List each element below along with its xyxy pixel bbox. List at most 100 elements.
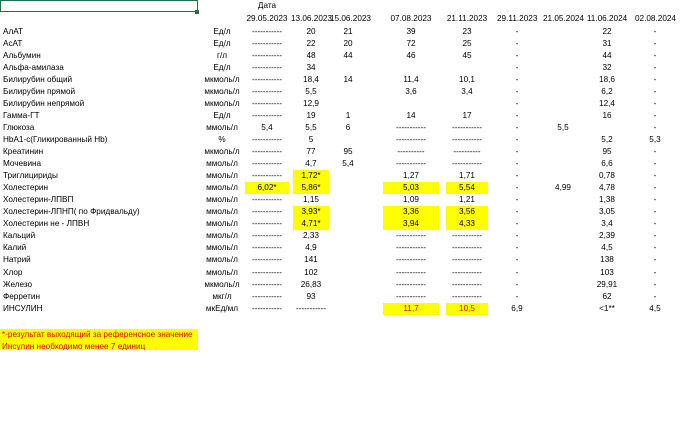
table-cell xyxy=(543,206,583,218)
row-name: Холестерин-ЛПНП( по Фридвальду) xyxy=(3,207,140,217)
table-row: Хлор ммоль/л ----------- 102 ----------- ----… xyxy=(0,267,680,279)
table-cell: ---------- xyxy=(397,147,425,156)
table-cell xyxy=(330,170,366,182)
row-unit: ммоль/л xyxy=(206,231,238,241)
table-cell: 14 xyxy=(343,74,353,84)
table-cell: 4,5 xyxy=(649,303,661,313)
table-cell: - xyxy=(515,122,519,132)
table-cell: 39 xyxy=(406,26,416,36)
table-row: Железо мкмоль/л ----------- 26,83 ----------… xyxy=(0,279,680,291)
table-cell xyxy=(543,98,583,110)
header-date: 11.06.2024 xyxy=(586,13,628,23)
table-cell: 5 xyxy=(308,134,314,144)
table-cell: ----------- xyxy=(452,159,482,169)
table-cell: 23 xyxy=(462,26,472,36)
table-cell: ----------- xyxy=(296,303,326,313)
table-cell xyxy=(543,110,583,122)
table-cell: - xyxy=(515,279,519,289)
table-cell: ---------- xyxy=(453,147,481,156)
row-unit: г/л xyxy=(216,50,228,60)
table-cell: ----------- xyxy=(396,231,426,241)
table-cell: - xyxy=(515,134,519,144)
table-cell: ----------- xyxy=(452,279,482,289)
table-row: Мочевина ммоль/л ----------- 4,7 5,4 --------… xyxy=(0,158,680,170)
table-cell: - xyxy=(515,195,519,205)
table-cell: 95 xyxy=(343,147,353,156)
row-name: Глюкоза xyxy=(3,122,35,132)
table-cell: - xyxy=(515,231,519,241)
table-cell: - xyxy=(515,50,519,60)
table-cell: ----------- xyxy=(252,291,282,301)
table-cell xyxy=(543,267,583,279)
table-cell: ----------- xyxy=(396,267,426,277)
table-row: Ферретин мкг/л ----------- 93 ----------- ---… xyxy=(0,291,680,303)
table-cell: 31 xyxy=(602,38,612,48)
table-cell: 5,5 xyxy=(557,122,569,132)
header-date: 15.06.2023 xyxy=(330,13,371,23)
table-cell: ----------- xyxy=(252,62,282,72)
table-cell xyxy=(543,303,583,315)
table-row: Холестерин-ЛПВП ммоль/л ----------- 1,15 1,0… xyxy=(0,194,680,206)
table-cell: ----------- xyxy=(252,171,282,181)
table-cell: 44 xyxy=(602,50,612,60)
table-cell: 32 xyxy=(602,62,612,72)
table-cell: - xyxy=(653,243,657,253)
table-row: Натрий ммоль/л ----------- 141 ----------- --… xyxy=(0,254,680,266)
table-row: Альбумин г/л ----------- 48 44 46 45 - 44 - xyxy=(0,50,680,62)
table-cell: - xyxy=(653,183,657,193)
spreadsheet: Дата 29.05.2023 13.06.2023 15.06.2023 07.08… xyxy=(0,0,680,438)
table-cell: 20 xyxy=(306,26,316,36)
table-cell xyxy=(330,194,366,206)
table-cell: 95 xyxy=(602,147,612,156)
table-cell: 46 xyxy=(406,50,416,60)
table-cell: 4,99 xyxy=(555,183,571,193)
table-cell: 3,05 xyxy=(599,207,615,217)
table-cell: ----------- xyxy=(452,255,482,265)
table-cell xyxy=(585,122,629,134)
table-cell xyxy=(543,74,583,86)
table-cell: - xyxy=(515,74,519,84)
table-cell: 5,03 xyxy=(383,182,439,195)
table-cell: 44 xyxy=(343,50,353,60)
table-cell: 1,21 xyxy=(459,195,475,205)
table-cell: - xyxy=(515,86,519,96)
table-row: HbA1-c(Гликированный Hb)% ----------- 5 ---… xyxy=(0,134,680,146)
table-cell: ----------- xyxy=(452,134,482,144)
table-row: Альфа-амилаза Ед/л ----------- 34 - 32 - xyxy=(0,62,680,74)
table-row: Билирубин прямой мкмоль/л ----------- 5,5 3,… xyxy=(0,86,680,98)
table-cell: 3,56 xyxy=(446,206,488,219)
table-cell: ----------- xyxy=(396,243,426,253)
row-unit: Ед/л xyxy=(213,110,231,120)
header-date: 02.08.2024 xyxy=(635,13,676,23)
table-cell: ----------- xyxy=(252,267,282,277)
table-cell: 141 xyxy=(304,255,318,265)
table-row: Билирубин общий мкмоль/л ----------- 18,4 14… xyxy=(0,74,680,86)
row-unit: ммоль/л xyxy=(206,207,238,217)
row-name: Триглицириды xyxy=(3,171,58,181)
table-cell: 10,1 xyxy=(459,74,475,84)
table-cell: ----------- xyxy=(452,291,482,301)
table-cell xyxy=(381,62,441,74)
header-date: 21.05.2024 xyxy=(543,13,584,23)
table-cell: ----------- xyxy=(396,159,426,169)
row-name: АлАТ xyxy=(3,26,24,36)
table-cell xyxy=(543,158,583,170)
table-cell xyxy=(444,62,490,74)
table-cell xyxy=(543,194,583,206)
table-cell: 4,9 xyxy=(305,243,317,253)
table-cell: ----------- xyxy=(252,207,282,217)
row-unit: ммоль/л xyxy=(206,122,238,132)
table-cell: 19 xyxy=(306,110,316,120)
table-cell: - xyxy=(515,267,519,277)
table-cell: ----------- xyxy=(252,219,282,229)
table-cell xyxy=(330,62,366,74)
table-cell: - xyxy=(653,159,657,169)
row-unit: мкмоль/л xyxy=(204,279,240,289)
table-cell: 10,5 xyxy=(446,302,488,315)
header-row-top: Дата xyxy=(0,0,680,12)
header-date: 29.05.2023 xyxy=(246,13,288,23)
table-cell: 138 xyxy=(600,255,614,265)
row-unit: мкмоль/л xyxy=(204,74,240,84)
table-cell xyxy=(543,218,583,230)
table-cell xyxy=(543,62,583,74)
